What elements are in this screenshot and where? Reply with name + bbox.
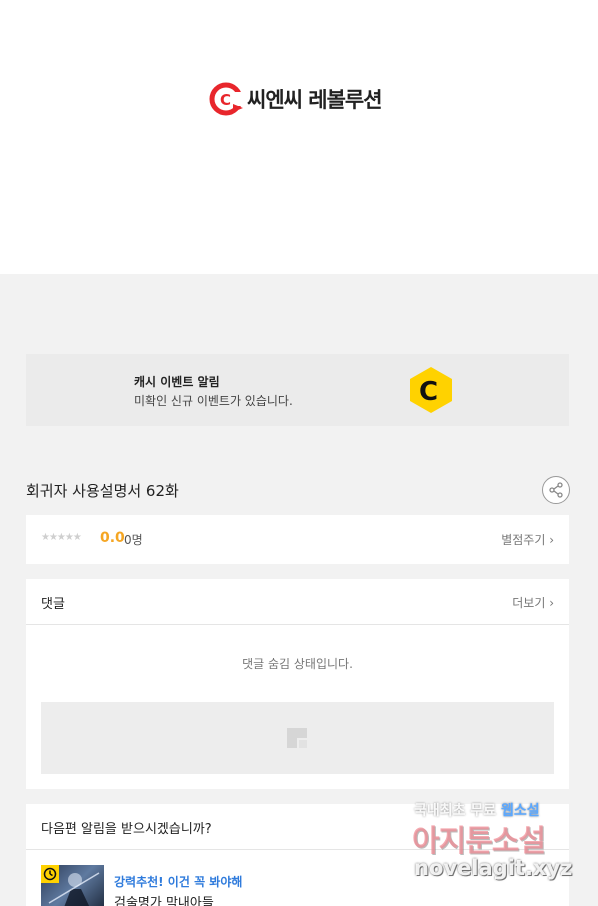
header-area: C 씨엔씨 레볼루션 <box>0 0 598 274</box>
c-coin-icon: C <box>409 366 453 414</box>
share-button[interactable] <box>542 476 570 504</box>
cash-event-banner[interactable]: 캐시 이벤트 알림 미확인 신규 이벤트가 있습니다. C <box>26 354 569 426</box>
cash-event-title: 캐시 이벤트 알림 <box>134 375 220 389</box>
next-episode-alert-label: 다음편 알림을 받으시겠습니까? <box>41 822 212 837</box>
next-episode-panel: 다음편 알림을 받으시겠습니까? 강력추천! 이건 꼭 봐야해 검술명가 막내아… <box>26 804 569 906</box>
publisher-logo: C 씨엔씨 레볼루션 <box>209 82 383 116</box>
comment-panel: 댓글 더보기 › 댓글 숨김 상태입니다. <box>26 579 569 789</box>
rating-score: 0.0 <box>100 530 125 546</box>
recommendation-thumbnail[interactable] <box>41 865 104 906</box>
next-episode-header: 다음편 알림을 받으시겠습니까? <box>26 804 569 850</box>
rating-panel: ★★★★★ 0.0 0명 별점주기 › <box>26 515 569 564</box>
cnc-logo-icon: C <box>209 82 245 116</box>
rating-count: 0명 <box>124 533 143 547</box>
svg-text:C: C <box>220 91 231 109</box>
more-comments-button[interactable]: 더보기 › <box>512 594 554 611</box>
comment-label: 댓글 <box>41 597 65 612</box>
svg-text:C: C <box>419 377 438 407</box>
star-rating: ★★★★★ <box>41 532 82 543</box>
share-icon <box>543 482 569 507</box>
image-placeholder-icon <box>287 728 307 748</box>
logo-text: 씨엔씨 레볼루션 <box>247 88 383 112</box>
comments-hidden-message: 댓글 숨김 상태입니다. <box>242 657 353 671</box>
recommendation-tag: 강력추천! 이건 꼭 봐야해 <box>114 875 243 889</box>
cash-event-subtitle: 미확인 신규 이벤트가 있습니다. <box>134 394 293 408</box>
rate-button[interactable]: 별점주기 › <box>501 531 554 548</box>
episode-title: 회귀자 사용설명서 62화 <box>26 482 179 500</box>
comment-header: 댓글 더보기 › <box>26 579 569 625</box>
ad-placeholder[interactable] <box>41 702 554 774</box>
recommendation-title[interactable]: 검술명가 막내아들 <box>114 892 214 906</box>
